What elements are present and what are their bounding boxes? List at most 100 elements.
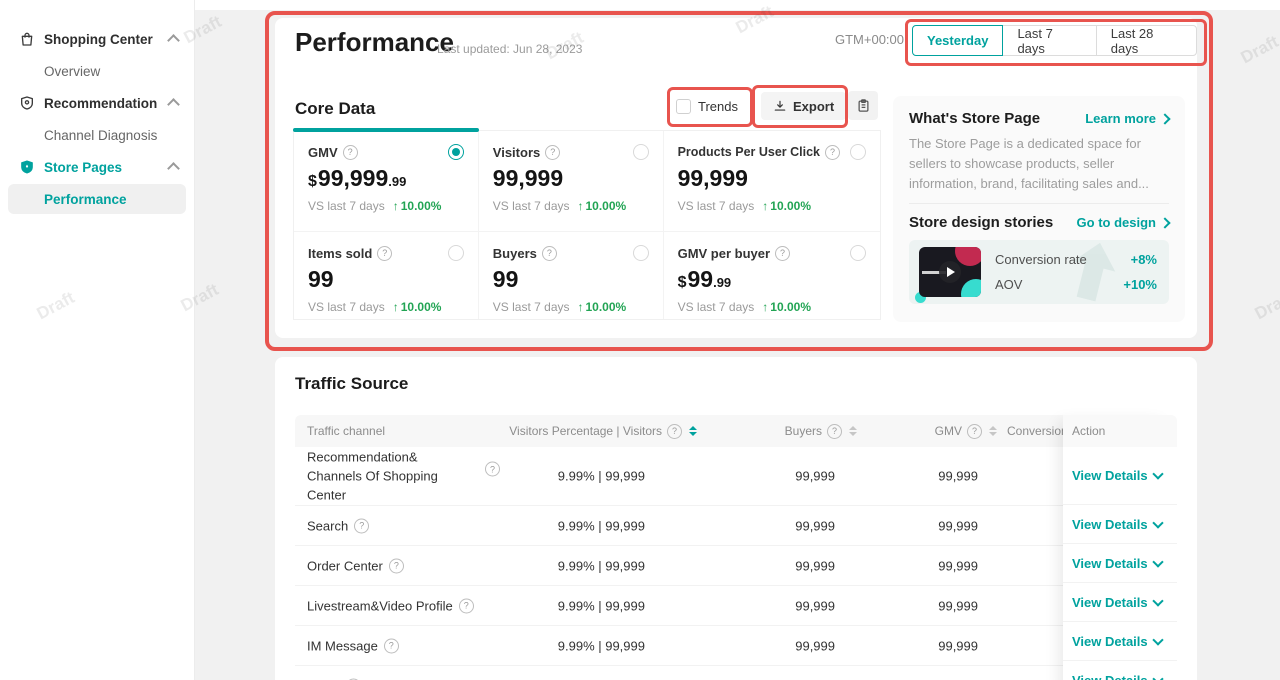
channel-cell: Livestream&Video Profile? bbox=[307, 598, 474, 613]
help-icon[interactable]: ? bbox=[542, 246, 557, 261]
export-button[interactable]: Export bbox=[761, 92, 846, 120]
sort-icon[interactable] bbox=[689, 426, 697, 436]
shopping-bag-icon bbox=[18, 31, 35, 48]
chevron-down-icon bbox=[1152, 468, 1163, 479]
tab-last-28-days[interactable]: Last 28 days bbox=[1096, 25, 1197, 56]
view-details-link[interactable]: View Details bbox=[1072, 468, 1162, 483]
table-row: Order Center? 9.99% | 99,999 99,999 99,9… bbox=[295, 546, 1177, 586]
column-buyers: Buyers ? bbox=[785, 415, 857, 447]
video-thumbnail[interactable] bbox=[919, 247, 981, 297]
up-arrow-icon: ↑ bbox=[393, 300, 399, 314]
sort-icon[interactable] bbox=[849, 426, 857, 436]
traffic-source-panel: Traffic Source Traffic channel Visitors … bbox=[275, 357, 1197, 680]
help-icon[interactable]: ? bbox=[459, 598, 474, 613]
help-icon[interactable]: ? bbox=[825, 145, 840, 160]
sidebar-item-channel-diagnosis[interactable]: Channel Diagnosis bbox=[0, 119, 194, 151]
chevron-down-icon bbox=[1152, 556, 1163, 567]
table-row: Other? 9.99% | 99,999 99,999 99,999 bbox=[295, 666, 1177, 680]
chevron-down-icon bbox=[1152, 673, 1163, 680]
sidebar-item-label: Store Pages bbox=[44, 160, 169, 175]
help-icon[interactable]: ? bbox=[775, 246, 790, 261]
chevron-down-icon bbox=[1152, 595, 1163, 606]
table-row: Recommendation&Channels Of Shopping Cent… bbox=[295, 447, 1177, 506]
metric-card-items-sold[interactable]: Items sold ? 99 VS last 7 days↑10.00% bbox=[294, 232, 479, 319]
trends-checkbox[interactable] bbox=[676, 99, 691, 114]
metric-label: GMV per buyer bbox=[678, 246, 770, 261]
last-updated-text: Last updated: Jun 28, 2023 bbox=[437, 42, 582, 56]
table-header-row: Traffic channel Visitors Percentage | Vi… bbox=[295, 415, 1177, 447]
gmv-cell: 99,999 bbox=[938, 638, 978, 653]
metric-card-visitors[interactable]: Visitors ? 99,999 VS last 7 days↑10.00% bbox=[479, 131, 664, 232]
help-icon[interactable]: ? bbox=[384, 638, 399, 653]
view-details-link[interactable]: View Details bbox=[1072, 673, 1162, 680]
shield-icon bbox=[18, 95, 35, 112]
gmv-cell: 99,999 bbox=[938, 518, 978, 533]
sidebar-item-performance[interactable]: Performance bbox=[8, 184, 186, 214]
chevron-up-icon bbox=[167, 34, 180, 47]
metric-radio[interactable] bbox=[448, 245, 464, 261]
metric-radio[interactable] bbox=[448, 144, 464, 160]
sidebar-item-store-pages[interactable]: Store Pages bbox=[0, 151, 194, 183]
clipboard-button[interactable] bbox=[848, 91, 878, 120]
up-arrow-icon: ↑ bbox=[393, 199, 399, 213]
sidebar-item-recommendation[interactable]: Recommendation bbox=[0, 87, 194, 119]
play-icon[interactable] bbox=[939, 261, 961, 283]
core-data-title: Core Data bbox=[295, 99, 375, 119]
metric-card-gmv-per-buyer[interactable]: GMV per buyer ? $99.99 VS last 7 days↑10… bbox=[664, 232, 880, 319]
view-details-link[interactable]: View Details bbox=[1072, 634, 1162, 649]
up-arrow-icon: ↑ bbox=[762, 199, 768, 213]
metric-radio[interactable] bbox=[633, 245, 649, 261]
conversion-rate-label: Conversion rate bbox=[995, 252, 1087, 267]
trends-label: Trends bbox=[698, 99, 738, 114]
change-badge: ↑10.00% bbox=[578, 300, 627, 314]
trends-toggle[interactable]: Trends bbox=[676, 99, 738, 114]
sort-icon[interactable] bbox=[989, 426, 997, 436]
vs-label: VS last 7 days bbox=[308, 199, 385, 213]
metric-value: 99 bbox=[308, 268, 464, 291]
buyers-cell: 99,999 bbox=[795, 558, 835, 573]
metric-radio[interactable] bbox=[850, 245, 866, 261]
metric-card-products-per-user-click[interactable]: Products Per User Click ? 99,999 VS last… bbox=[664, 131, 880, 232]
help-icon[interactable]: ? bbox=[343, 145, 358, 160]
table-row: Search? 9.99% | 99,999 99,999 99,999 bbox=[295, 506, 1177, 546]
help-icon[interactable]: ? bbox=[354, 518, 369, 533]
traffic-source-table: Traffic channel Visitors Percentage | Vi… bbox=[295, 415, 1177, 680]
chevron-down-icon bbox=[1152, 634, 1163, 645]
table-row: Livestream&Video Profile? 9.99% | 99,999… bbox=[295, 586, 1177, 626]
metric-card-buyers[interactable]: Buyers ? 99 VS last 7 days↑10.00% bbox=[479, 232, 664, 319]
buyers-cell: 99,999 bbox=[795, 469, 835, 484]
tab-last-7-days[interactable]: Last 7 days bbox=[1002, 25, 1096, 56]
metric-label: GMV bbox=[308, 145, 338, 160]
vs-label: VS last 7 days bbox=[493, 199, 570, 213]
help-icon[interactable]: ? bbox=[545, 145, 560, 160]
channel-cell: Order Center? bbox=[307, 558, 404, 573]
learn-more-link[interactable]: Learn more bbox=[1085, 111, 1169, 126]
go-to-design-link[interactable]: Go to design bbox=[1077, 215, 1169, 230]
sidebar-item-label: Shopping Center bbox=[44, 32, 169, 47]
sidebar: Shopping Center Overview Recommendation … bbox=[0, 0, 195, 680]
help-icon[interactable]: ? bbox=[667, 424, 682, 439]
metric-value: 99,999 bbox=[678, 167, 866, 190]
aov-label: AOV bbox=[995, 277, 1022, 292]
conversion-rate-value: +8% bbox=[1131, 252, 1157, 267]
help-icon[interactable]: ? bbox=[827, 424, 842, 439]
metric-value: $99,999.99 bbox=[308, 167, 464, 190]
help-icon[interactable]: ? bbox=[389, 558, 404, 573]
view-details-link[interactable]: View Details bbox=[1072, 517, 1162, 532]
whats-store-page-panel: What's Store Page Learn more The Store P… bbox=[893, 96, 1185, 322]
buyers-cell: 99,999 bbox=[795, 638, 835, 653]
metric-radio[interactable] bbox=[633, 144, 649, 160]
help-icon[interactable]: ? bbox=[377, 246, 392, 261]
store-page-description: The Store Page is a dedicated space for … bbox=[909, 134, 1169, 194]
sidebar-item-label: Channel Diagnosis bbox=[44, 128, 178, 143]
help-icon[interactable]: ? bbox=[967, 424, 982, 439]
sidebar-item-overview[interactable]: Overview bbox=[0, 55, 194, 87]
tab-yesterday[interactable]: Yesterday bbox=[912, 25, 1003, 56]
view-details-link[interactable]: View Details bbox=[1072, 595, 1162, 610]
channel-cell: IM Message? bbox=[307, 638, 399, 653]
view-details-link[interactable]: View Details bbox=[1072, 556, 1162, 571]
metric-radio[interactable] bbox=[850, 144, 866, 160]
sidebar-item-shopping-center[interactable]: Shopping Center bbox=[0, 23, 194, 55]
help-icon[interactable]: ? bbox=[485, 462, 500, 477]
metric-card-gmv[interactable]: GMV ? $99,999.99 VS last 7 days↑10.00% bbox=[294, 131, 479, 232]
